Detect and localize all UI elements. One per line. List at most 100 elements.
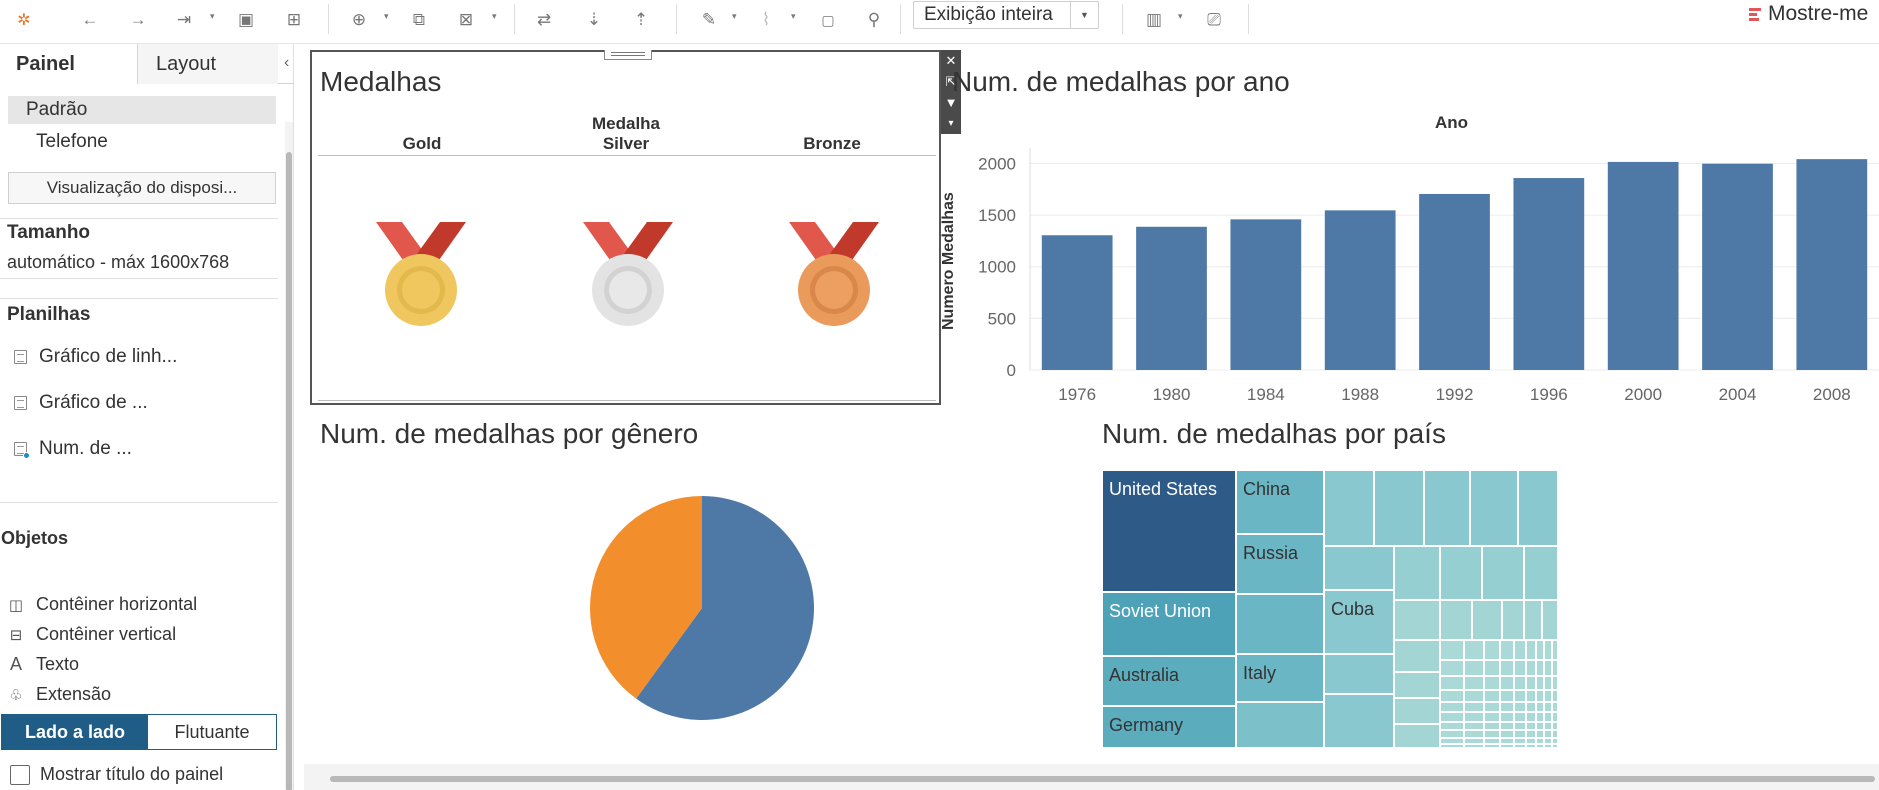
treemap-cell[interactable] bbox=[1526, 690, 1536, 702]
show-title-row[interactable]: Mostrar título do painel bbox=[10, 764, 223, 785]
treemap-cell[interactable] bbox=[1464, 640, 1484, 660]
bar[interactable] bbox=[1607, 161, 1679, 370]
treemap-cell[interactable] bbox=[1536, 730, 1544, 738]
treemap-cell[interactable] bbox=[1524, 600, 1542, 640]
replay-icon[interactable]: ⇥ bbox=[170, 6, 198, 34]
treemap-cell[interactable] bbox=[1484, 660, 1500, 676]
highlight-dropdown-icon[interactable]: ▾ bbox=[732, 11, 737, 22]
treemap-cell[interactable] bbox=[1514, 690, 1526, 702]
treemap-cell[interactable] bbox=[1552, 730, 1558, 738]
treemap-cell[interactable] bbox=[1544, 730, 1552, 738]
treemap-cell[interactable] bbox=[1440, 690, 1464, 702]
new-worksheet-icon[interactable]: ⊕ bbox=[345, 6, 373, 34]
chevron-left-icon[interactable]: ‹ bbox=[284, 54, 289, 72]
treemap-cell[interactable] bbox=[1500, 722, 1514, 730]
treemap-cell[interactable] bbox=[1500, 744, 1514, 748]
tiled-option[interactable]: Lado a lado bbox=[2, 715, 148, 749]
treemap-cell[interactable] bbox=[1552, 702, 1558, 712]
clear-dropdown-icon[interactable]: ▾ bbox=[492, 11, 497, 22]
object-extension[interactable]: ♧ Extensão bbox=[6, 684, 111, 705]
replay-dropdown-icon[interactable]: ▾ bbox=[210, 11, 215, 22]
treemap-cell[interactable] bbox=[1536, 690, 1544, 702]
swap-rows-columns-icon[interactable]: ⇄ bbox=[530, 6, 558, 34]
sort-ascending-icon[interactable]: ⇣ bbox=[580, 6, 608, 34]
treemap-cell[interactable] bbox=[1484, 722, 1500, 730]
bar[interactable] bbox=[1041, 235, 1113, 370]
treemap-cell[interactable] bbox=[1484, 676, 1500, 690]
treemap-cell[interactable] bbox=[1464, 690, 1484, 702]
move-grip-handle[interactable] bbox=[604, 50, 652, 60]
device-item-phone[interactable]: Telefone bbox=[8, 128, 276, 156]
object-horizontal-container[interactable]: ◫ Contêiner horizontal bbox=[6, 594, 197, 615]
treemap-cell[interactable] bbox=[1440, 702, 1464, 712]
treemap-cell[interactable] bbox=[1526, 676, 1536, 690]
scrollbar-thumb[interactable] bbox=[286, 152, 292, 790]
treemap-cell[interactable] bbox=[1526, 712, 1536, 722]
bar[interactable] bbox=[1324, 210, 1396, 370]
treemap-cell[interactable] bbox=[1514, 640, 1526, 660]
treemap-cell[interactable] bbox=[1236, 702, 1324, 748]
tab-painel[interactable]: Painel bbox=[0, 44, 138, 84]
treemap-cell[interactable] bbox=[1526, 744, 1536, 748]
sort-descending-icon[interactable]: ⇡ bbox=[627, 6, 655, 34]
show-title-checkbox[interactable] bbox=[10, 764, 30, 785]
treemap-cell[interactable] bbox=[1526, 640, 1536, 660]
treemap-cell[interactable] bbox=[1514, 712, 1526, 722]
treemap-cell[interactable] bbox=[1544, 676, 1552, 690]
presentation-mode-icon[interactable]: ⎚ bbox=[1200, 6, 1228, 34]
sheet-item[interactable]: Gráfico de ... bbox=[14, 392, 148, 414]
device-preview-button[interactable]: Visualização do disposi... bbox=[8, 172, 276, 204]
treemap-cell[interactable] bbox=[1526, 702, 1536, 712]
treemap-cell[interactable] bbox=[1518, 470, 1558, 546]
treemap-cell[interactable] bbox=[1464, 702, 1484, 712]
treemap-cell[interactable] bbox=[1482, 546, 1524, 600]
treemap-cell[interactable] bbox=[1324, 654, 1394, 694]
treemap-cell[interactable] bbox=[1440, 722, 1464, 730]
treemap-cell[interactable] bbox=[1544, 702, 1552, 712]
treemap-cell[interactable] bbox=[1374, 470, 1424, 546]
treemap-cell[interactable] bbox=[1514, 730, 1526, 738]
treemap-cell[interactable] bbox=[1472, 600, 1502, 640]
treemap-cell[interactable] bbox=[1440, 744, 1464, 748]
treemap-cell[interactable] bbox=[1484, 730, 1500, 738]
bar[interactable] bbox=[1136, 226, 1207, 370]
treemap-cell[interactable] bbox=[1464, 744, 1484, 748]
treemap-cell-australia[interactable]: Australia bbox=[1102, 656, 1236, 706]
show-labels-icon[interactable]: ▢ bbox=[814, 6, 842, 34]
treemap-cell[interactable] bbox=[1394, 724, 1440, 748]
treemap-cell[interactable] bbox=[1440, 712, 1464, 722]
treemap-cell[interactable] bbox=[1536, 712, 1544, 722]
highlight-icon[interactable]: ✎ bbox=[695, 6, 723, 34]
treemap-cell-cuba[interactable]: Cuba bbox=[1324, 590, 1394, 654]
treemap-cell[interactable] bbox=[1552, 744, 1558, 748]
treemap-cell[interactable] bbox=[1484, 702, 1500, 712]
treemap-cell[interactable] bbox=[1464, 676, 1484, 690]
treemap-cell[interactable] bbox=[1484, 690, 1500, 702]
redo-icon[interactable]: → bbox=[124, 6, 152, 34]
treemap-cell[interactable] bbox=[1500, 730, 1514, 738]
treemap-cell[interactable] bbox=[1324, 470, 1374, 546]
treemap-cell[interactable] bbox=[1542, 600, 1558, 640]
sheet-item[interactable]: Num. de ... bbox=[14, 438, 132, 460]
treemap-cell[interactable] bbox=[1394, 698, 1440, 724]
treemap-cell[interactable] bbox=[1500, 702, 1514, 712]
treemap-cell[interactable] bbox=[1552, 690, 1558, 702]
clear-sheet-icon[interactable]: ⊠ bbox=[452, 6, 480, 34]
treemap-cell[interactable] bbox=[1536, 676, 1544, 690]
treemap-cell[interactable] bbox=[1394, 640, 1440, 672]
treemap-cell[interactable] bbox=[1394, 600, 1440, 640]
bar[interactable] bbox=[1702, 163, 1773, 370]
fit-view-select[interactable]: Exibição inteira ▼ bbox=[913, 1, 1099, 29]
treemap-cell[interactable] bbox=[1440, 640, 1464, 660]
object-text[interactable]: A Texto bbox=[6, 654, 79, 675]
sheet-item[interactable]: Gráfico de linh... bbox=[14, 346, 177, 368]
treemap-cell[interactable] bbox=[1524, 546, 1558, 600]
treemap-cell[interactable] bbox=[1440, 546, 1482, 600]
treemap-cell[interactable] bbox=[1536, 722, 1544, 730]
treemap-cell[interactable] bbox=[1464, 660, 1484, 676]
horizontal-scrollbar[interactable] bbox=[330, 776, 1875, 782]
show-hide-cards-icon[interactable]: ▥ bbox=[1140, 6, 1168, 34]
treemap-cell[interactable] bbox=[1514, 702, 1526, 712]
treemap-cell[interactable] bbox=[1236, 594, 1324, 654]
chevron-down-icon[interactable]: ▼ bbox=[1070, 2, 1098, 28]
